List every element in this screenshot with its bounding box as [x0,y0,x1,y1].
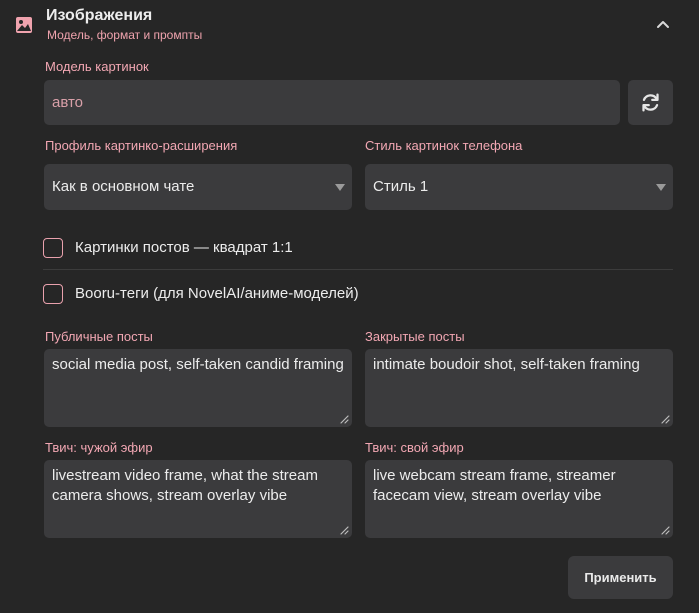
private-posts-text: intimate boudoir shot, self-taken framin… [373,356,640,373]
phone-style-select[interactable]: Стиль 1 [365,164,673,210]
resize-handle-icon[interactable] [339,525,349,535]
resize-handle-icon[interactable] [660,525,670,535]
profile-selected-value: Как в основном чате [52,178,195,195]
booru-tags-checkbox[interactable] [43,284,63,304]
twitch-other-textarea[interactable]: livestream video frame, what the stream … [44,460,352,538]
refresh-icon [642,93,659,112]
public-posts-text: social media post, self-taken candid fra… [52,356,344,373]
section-subtitle: Модель, формат и промпты [47,28,203,42]
divider [43,269,673,270]
twitch-own-label: Твич: свой эфир [365,440,464,455]
section-header[interactable]: Изображения Модель, формат и промпты [0,0,699,50]
twitch-own-text: live webcam stream frame, streamer facec… [373,467,616,504]
booru-tags-label[interactable]: Booru-теги (для NovelAI/аниме-моделей) [75,285,359,302]
public-posts-textarea[interactable]: social media post, self-taken candid fra… [44,349,352,427]
square-posts-checkbox[interactable] [43,238,63,258]
section-title: Изображения [46,7,153,24]
caret-down-icon [656,184,666,191]
phone-style-label: Стиль картинок телефона [365,138,523,153]
resize-handle-icon[interactable] [339,414,349,424]
public-posts-label: Публичные посты [45,329,153,344]
caret-down-icon [335,184,345,191]
square-posts-label[interactable]: Картинки постов — квадрат 1:1 [75,239,293,256]
twitch-own-textarea[interactable]: live webcam stream frame, streamer facec… [365,460,673,538]
profile-label: Профиль картинко-расширения [45,138,238,153]
chevron-up-icon[interactable] [652,14,674,36]
private-posts-label: Закрытые посты [365,329,465,344]
private-posts-textarea[interactable]: intimate boudoir shot, self-taken framin… [365,349,673,427]
refresh-button[interactable] [628,80,673,125]
phone-style-selected-value: Стиль 1 [373,178,429,195]
image-icon [16,17,32,33]
apply-button[interactable]: Применить [568,556,673,599]
resize-handle-icon[interactable] [660,414,670,424]
twitch-other-text: livestream video frame, what the stream … [52,467,318,504]
model-input[interactable]: авто [44,80,620,125]
profile-select[interactable]: Как в основном чате [44,164,352,210]
twitch-other-label: Твич: чужой эфир [45,440,153,455]
model-label: Модель картинок [45,59,149,74]
